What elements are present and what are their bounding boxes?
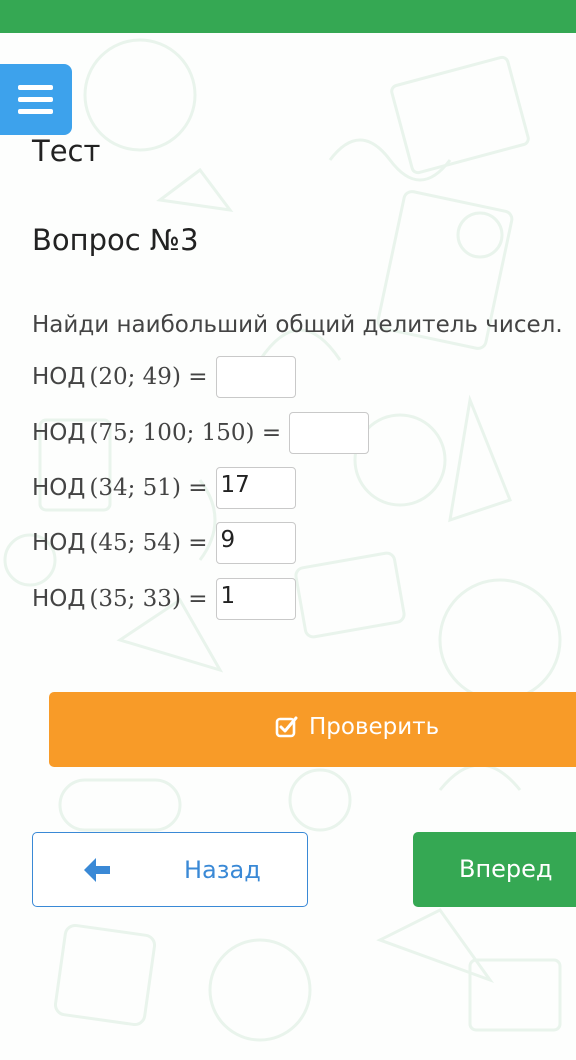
answer-input[interactable] — [215, 356, 296, 398]
gcd-expression: (75; 100; 150) = — [89, 420, 282, 446]
gcd-label: НОД — [32, 530, 86, 556]
check-button[interactable]: Проверить — [49, 692, 576, 767]
page-title: Тест — [32, 134, 101, 168]
back-button-label: Назад — [184, 856, 261, 884]
question-title: Вопрос №3 — [32, 223, 199, 257]
arrow-left-icon — [84, 858, 110, 882]
equation-row: НОД (75; 100; 150) = — [32, 412, 370, 454]
gcd-expression: (34; 51) = — [89, 475, 208, 501]
gcd-label: НОД — [32, 364, 86, 390]
answer-input[interactable] — [215, 467, 296, 509]
forward-button[interactable]: Вперед — [413, 832, 576, 907]
equation-row: НОД (35; 33) = — [32, 578, 296, 620]
question-instruction: Найди наибольший общий делитель чисел. — [32, 312, 563, 338]
gcd-expression: (35; 33) = — [89, 586, 208, 612]
answer-input[interactable] — [289, 412, 370, 454]
page: Тест Вопрос №3 Найди наибольший общий де… — [0, 0, 576, 1060]
gcd-label: НОД — [32, 420, 86, 446]
gcd-label: НОД — [32, 586, 86, 612]
checkbox-icon — [275, 716, 298, 738]
back-button[interactable]: Назад — [32, 832, 308, 907]
equation-row: НОД (20; 49) = — [32, 356, 296, 398]
gcd-expression: (20; 49) = — [89, 364, 208, 390]
equation-row: НОД (45; 54) = — [32, 522, 296, 564]
answer-input[interactable] — [215, 522, 296, 564]
top-bar — [0, 0, 576, 33]
gcd-expression: (45; 54) = — [89, 530, 208, 556]
answer-input[interactable] — [215, 578, 296, 620]
check-button-label: Проверить — [309, 714, 440, 740]
equation-row: НОД (34; 51) = — [32, 467, 296, 509]
forward-button-label: Вперед — [459, 855, 553, 883]
gcd-label: НОД — [32, 475, 86, 501]
menu-button[interactable] — [0, 64, 72, 135]
